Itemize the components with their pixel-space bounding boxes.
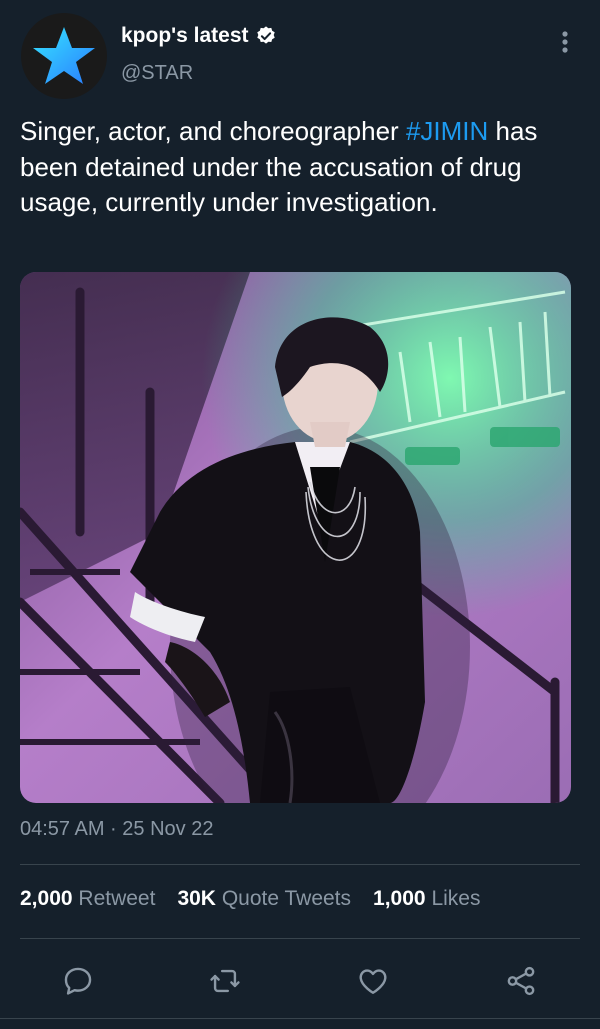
divider	[20, 938, 580, 939]
share-icon	[507, 966, 535, 996]
quote-tweets-stat[interactable]: 30K Quote Tweets	[177, 887, 351, 911]
share-button[interactable]	[501, 961, 541, 1001]
tweet-text: Singer, actor, and choreographer #JIMIN …	[20, 114, 580, 221]
avatar[interactable]	[21, 13, 107, 99]
quotes-label: Quote Tweets	[221, 887, 352, 910]
divider	[0, 1018, 600, 1019]
more-vertical-icon	[562, 31, 568, 53]
quotes-count: 30K	[177, 887, 216, 910]
retweets-label: Retweet	[78, 887, 156, 910]
tweet-header: kpop's latest @STAR	[0, 0, 600, 110]
star-icon	[33, 27, 95, 84]
handle[interactable]: @STAR	[121, 62, 193, 85]
retweet-button[interactable]	[205, 961, 245, 1001]
like-button[interactable]	[353, 961, 393, 1001]
like-icon	[359, 969, 387, 994]
tweet-actions	[0, 955, 600, 1005]
more-options-button[interactable]	[552, 28, 578, 56]
tweet-photo[interactable]	[20, 272, 571, 803]
tweet-stats: 2,000 Retweet 30K Quote Tweets 1,000 Lik…	[20, 887, 480, 911]
tweet-timestamp[interactable]: 04:57 AM · 25 Nov 22	[20, 818, 213, 841]
likes-label: Likes	[431, 887, 481, 910]
reply-button[interactable]	[58, 961, 98, 1001]
reply-icon	[64, 967, 92, 995]
retweets-stat[interactable]: 2,000 Retweet	[20, 887, 155, 911]
display-name-row[interactable]: kpop's latest	[121, 24, 277, 48]
divider	[20, 864, 580, 865]
tweet-text-before: Singer, actor, and choreographer	[20, 116, 406, 146]
verified-badge-icon	[256, 26, 275, 44]
hashtag-link[interactable]: #JIMIN	[406, 116, 488, 146]
retweet-icon	[210, 969, 240, 993]
likes-count: 1,000	[373, 887, 426, 910]
likes-stat[interactable]: 1,000 Likes	[373, 887, 480, 911]
photo-image	[20, 272, 571, 803]
display-name[interactable]: kpop's latest	[121, 24, 249, 48]
retweets-count: 2,000	[20, 887, 73, 910]
